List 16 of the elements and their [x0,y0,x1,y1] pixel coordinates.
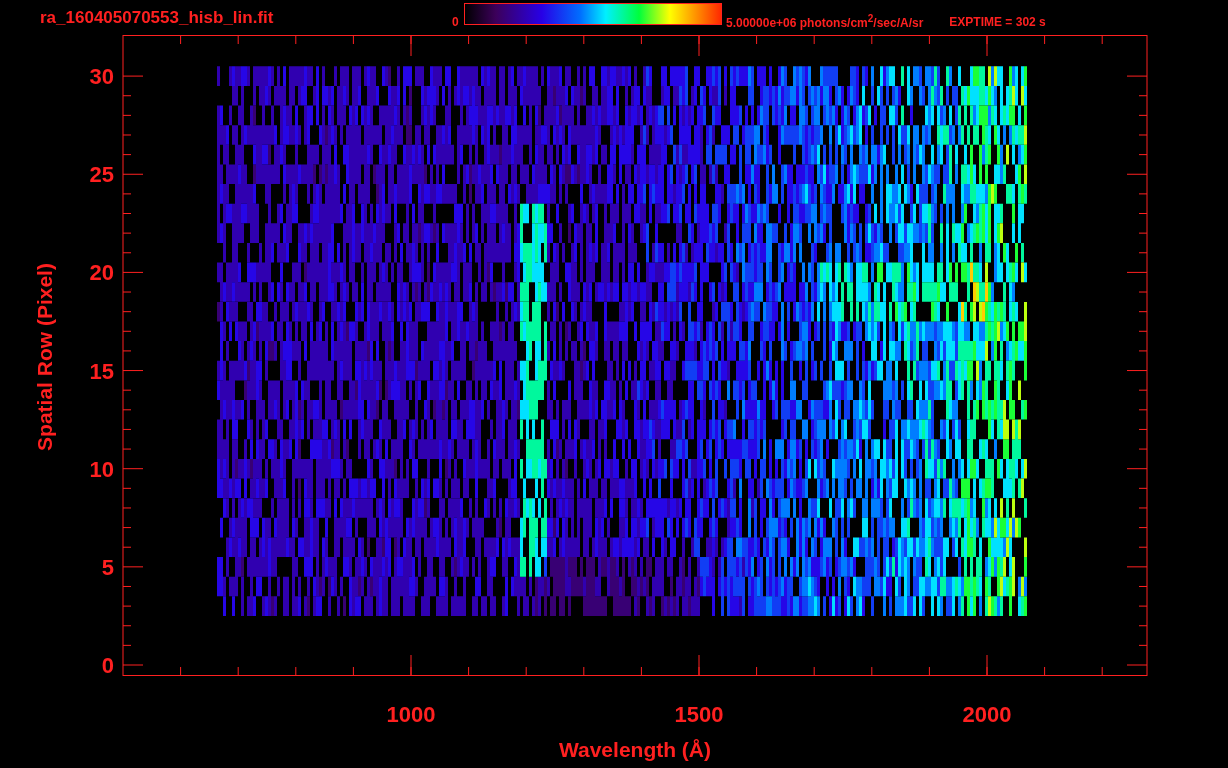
exposure-time: EXPTIME = 302 s [949,14,1046,29]
file-title: ra_160405070553_hisb_lin.fit [40,7,275,28]
y-tick-label: 5 [101,554,114,580]
x-axis-label: Wavelength (Å) [558,738,712,761]
y-tick-label: 15 [89,358,114,384]
x-tick-label: 1500 [674,702,724,727]
y-tick-label: 10 [89,456,114,482]
y-tick-label: 30 [89,64,114,90]
x-tick-label: 1000 [386,702,436,727]
colorbar-min-label: 0 [452,14,460,29]
y-axis-label: Spatial Row (Pixel) [33,263,56,451]
x-tick-label: 2000 [962,702,1012,727]
y-tick-label: 0 [101,653,114,678]
colorbar-max-label: 5.00000e+06 photons/cm$^{2}$/sec/A/sr [726,13,924,30]
y-tick-label: 20 [89,260,114,286]
y-tick-label: 25 [89,162,114,188]
